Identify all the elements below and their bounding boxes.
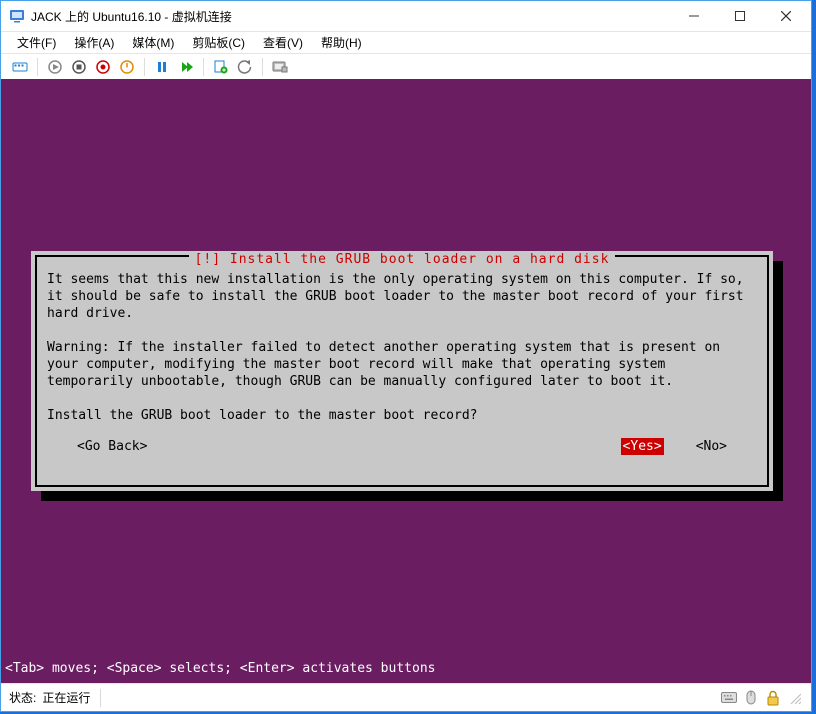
window-title: JACK 上的 Ubuntu16.10 - 虚拟机连接 xyxy=(31,8,671,25)
revert-button[interactable] xyxy=(234,56,256,78)
go-back-button[interactable]: <Go Back> xyxy=(77,438,147,455)
toolbar xyxy=(1,53,811,79)
titlebar: JACK 上的 Ubuntu16.10 - 虚拟机连接 xyxy=(1,1,811,31)
minimize-button[interactable] xyxy=(671,2,717,31)
status-divider xyxy=(100,689,101,707)
save-state-button[interactable] xyxy=(116,56,138,78)
statusbar: 状态: 正在运行 xyxy=(1,683,811,711)
menu-media[interactable]: 媒体(M) xyxy=(126,32,180,53)
pause-button[interactable] xyxy=(151,56,173,78)
vm-connect-window: JACK 上的 Ubuntu16.10 - 虚拟机连接 文件(F) 操作(A) … xyxy=(0,0,812,712)
status-label: 状态: xyxy=(9,689,36,706)
menu-clipboard[interactable]: 剪贴板(C) xyxy=(186,32,251,53)
toolbar-separator xyxy=(144,58,145,76)
snapshot-button[interactable] xyxy=(210,56,232,78)
lock-icon xyxy=(765,690,781,706)
menu-file[interactable]: 文件(F) xyxy=(11,32,62,53)
start-button[interactable] xyxy=(44,56,66,78)
menu-help[interactable]: 帮助(H) xyxy=(315,32,368,53)
dialog-title: [!] Install the GRUB boot loader on a ha… xyxy=(189,251,616,268)
maximize-button[interactable] xyxy=(717,2,763,31)
shutdown-button[interactable] xyxy=(92,56,114,78)
dialog-body: It seems that this new installation is t… xyxy=(47,271,757,424)
keyboard-icon xyxy=(721,690,737,706)
nav-hint: <Tab> moves; <Space> selects; <Enter> ac… xyxy=(5,660,435,677)
app-icon xyxy=(9,8,25,24)
reset-button[interactable] xyxy=(175,56,197,78)
menu-view[interactable]: 查看(V) xyxy=(257,32,309,53)
toolbar-separator xyxy=(37,58,38,76)
grip-icon xyxy=(787,690,803,706)
close-button[interactable] xyxy=(763,2,809,31)
turn-off-button[interactable] xyxy=(68,56,90,78)
enhanced-session-button[interactable] xyxy=(269,56,291,78)
ctrl-alt-del-button[interactable] xyxy=(9,56,31,78)
dialog-inner: [!] Install the GRUB boot loader on a ha… xyxy=(41,261,763,481)
menubar: 文件(F) 操作(A) 媒体(M) 剪贴板(C) 查看(V) 帮助(H) xyxy=(1,31,811,53)
installer-dialog: [!] Install the GRUB boot loader on a ha… xyxy=(31,251,773,491)
vm-display[interactable]: [!] Install the GRUB boot loader on a ha… xyxy=(1,79,811,683)
no-button[interactable]: <No> xyxy=(696,438,727,455)
status-value: 正在运行 xyxy=(42,689,90,706)
toolbar-separator xyxy=(262,58,263,76)
yes-button[interactable]: <Yes> xyxy=(621,438,664,455)
toolbar-separator xyxy=(203,58,204,76)
menu-action[interactable]: 操作(A) xyxy=(68,32,120,53)
mouse-icon xyxy=(743,690,759,706)
